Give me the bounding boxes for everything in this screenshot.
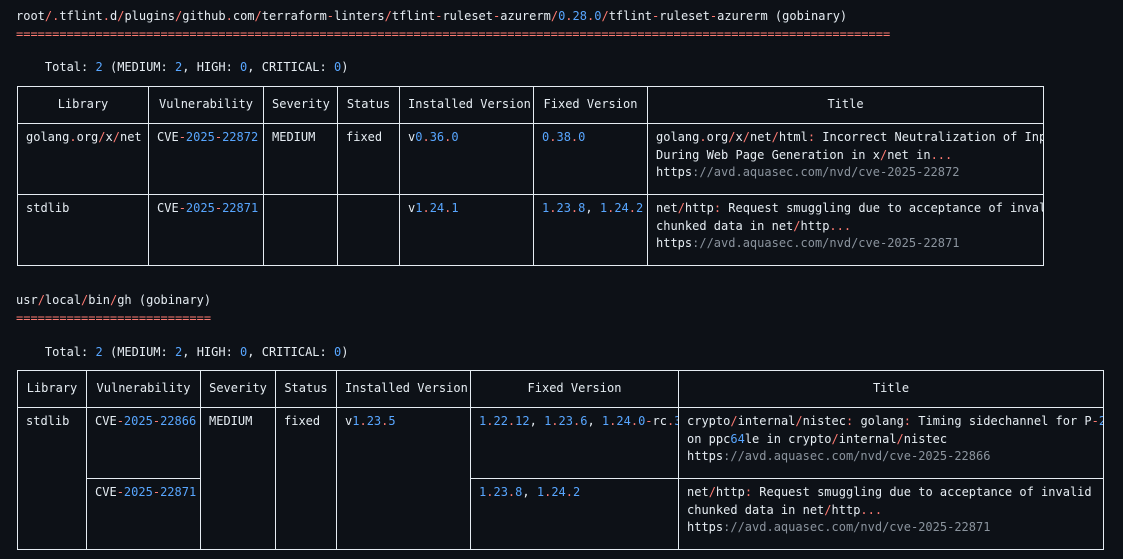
high-count: 0 [240,60,248,74]
title-line: During Web Page Generation in x/net in..… [656,147,953,162]
column-header: Fixed Version [533,86,648,124]
medium-label: MEDIUM: [117,60,168,74]
status-cell [275,478,337,550]
title-line: net/http: Request smuggling due to accep… [687,485,1092,499]
title-line: crypto/internal/nistec: golang: Timing s… [687,414,1103,428]
fixed-version-cell: 1.23.8, 1.24.2 [470,478,679,550]
medium-label: MEDIUM: [117,345,168,359]
column-header: Library [17,86,149,124]
severity-cell: MEDIUM [263,123,338,195]
vulnerability-cell: CVE-2025-22872 [148,123,264,195]
column-header: Title [647,86,1044,124]
severity-cell [200,478,276,550]
table-row: golang.org/x/net CVE-2025-22872 MEDIUM f… [17,123,1044,195]
severity-cell: MEDIUM [200,407,276,479]
advisory-link[interactable]: https://avd.aquasec.com/nvd/cve-2025-228… [687,519,1095,537]
status-cell: fixed [337,123,400,195]
critical-count: 0 [334,60,342,74]
column-header: Title [678,370,1104,408]
fixed-version-cell: 1.23.8, 1.24.2 [533,194,648,266]
column-header: Severity [263,86,338,124]
column-header: Library [17,370,87,408]
target-header: usr/local/bin/gh (gobinary) [16,293,212,307]
table-row: stdlib CVE-2025-22871 v1.24.1 1.23.8, 1.… [17,194,1044,266]
vulnerability-cell: CVE-2025-22871 [148,194,264,266]
column-header: Installed Version [336,370,471,408]
target-separator: ========================================… [16,27,891,41]
installed-version-cell: v1.23.5 [336,407,471,479]
installed-version-cell [336,478,471,550]
title-line: chunked data in net/http... [687,502,883,517]
status-cell: fixed [275,407,337,479]
library-cell [17,478,87,550]
critical-count: 0 [334,345,342,359]
column-header: Fixed Version [470,370,679,408]
library-cell: stdlib [17,407,87,479]
library-cell: stdlib [17,194,149,266]
advisory-link[interactable]: https://avd.aquasec.com/nvd/cve-2025-228… [656,164,1035,182]
title-line: on ppc64le in crypto/internal/nistec [687,431,948,446]
vulnerability-table: Library Vulnerability Severity Status In… [17,370,1104,550]
total-count: 2 [95,345,103,359]
critical-label: CRITICAL: [261,345,327,359]
medium-count: 2 [175,60,183,74]
target-header: root/.tflint.d/plugins/github.com/terraf… [16,9,848,23]
high-label: HIGH: [196,345,233,359]
status-cell [337,194,400,266]
total-label: Total: [44,60,89,74]
title-cell: crypto/internal/nistec: golang: Timing s… [678,407,1104,479]
fixed-version-cell: 1.22.12, 1.23.6, 1.24.0-rc.3 [470,407,679,479]
total-summary: Total: 2 (MEDIUM: 2, HIGH: 0, CRITICAL: … [44,345,349,359]
total-label: Total: [44,345,89,359]
total-count: 2 [95,60,103,74]
column-header: Status [337,86,400,124]
severity-cell [263,194,338,266]
column-header: Installed Version [399,86,534,124]
fixed-version-cell: 0.38.0 [533,123,648,195]
column-header: Severity [200,370,276,408]
advisory-link[interactable]: https://avd.aquasec.com/nvd/cve-2025-228… [687,448,1095,466]
vulnerability-cell: CVE-2025-22871 [86,478,201,550]
column-header: Vulnerability [148,86,264,124]
table-header-row: Library Vulnerability Severity Status In… [17,86,1044,124]
vulnerability-table: Library Vulnerability Severity Status In… [17,86,1044,266]
title-cell: golang.org/x/net/html: Incorrect Neutral… [647,123,1044,195]
title-line: chunked data in net/http... [656,218,852,233]
target-separator: =========================== [16,311,212,325]
high-count: 0 [240,345,248,359]
column-header: Status [275,370,337,408]
library-cell: golang.org/x/net [17,123,149,195]
vulnerability-cell: CVE-2025-22866 [86,407,201,479]
high-label: HIGH: [196,60,233,74]
total-summary: Total: 2 (MEDIUM: 2, HIGH: 0, CRITICAL: … [44,60,349,74]
medium-count: 2 [175,345,183,359]
column-header: Vulnerability [86,370,201,408]
title-line: net/http: Request smuggling due to accep… [656,201,1044,215]
installed-version-cell: v1.24.1 [399,194,534,266]
title-line: golang.org/x/net/html: Incorrect Neutral… [656,130,1044,144]
title-cell: net/http: Request smuggling due to accep… [647,194,1044,266]
terminal-output: root/.tflint.d/plugins/github.com/terraf… [0,0,1123,559]
advisory-link[interactable]: https://avd.aquasec.com/nvd/cve-2025-228… [656,235,1035,253]
table-header-row: Library Vulnerability Severity Status In… [17,370,1104,408]
title-cell: net/http: Request smuggling due to accep… [678,478,1104,550]
installed-version-cell: v0.36.0 [399,123,534,195]
table-row: stdlib CVE-2025-22866 MEDIUM fixed v1.23… [17,407,1104,479]
critical-label: CRITICAL: [261,60,327,74]
table-row: CVE-2025-22871 1.23.8, 1.24.2 net/http: … [17,478,1104,550]
